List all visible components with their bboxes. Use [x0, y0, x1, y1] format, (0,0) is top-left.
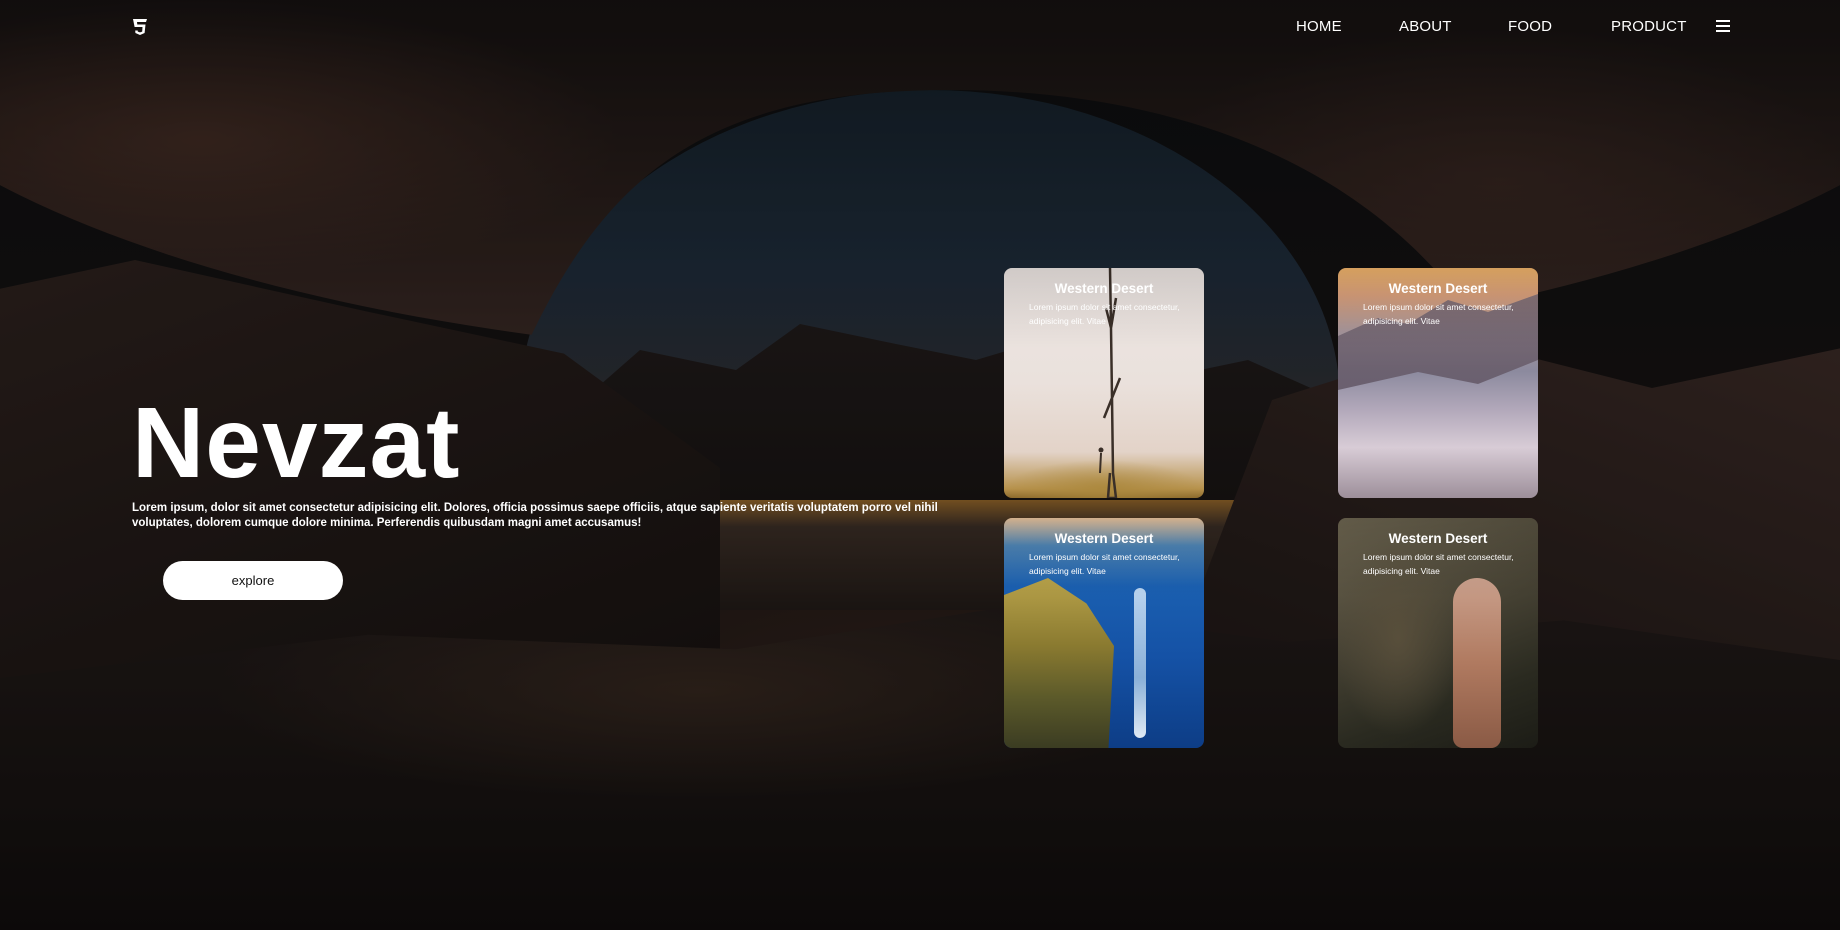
nav-link-about[interactable]: ABOUT	[1399, 19, 1452, 35]
hamburger-menu-icon[interactable]	[1716, 20, 1730, 32]
destination-card[interactable]: Western Desert Lorem ipsum dolor sit ame…	[1338, 268, 1538, 498]
card-title: Western Desert	[1388, 531, 1488, 546]
explore-button[interactable]: explore	[163, 561, 343, 600]
nav-link-food[interactable]: FOOD	[1508, 19, 1552, 35]
menu-bar	[1716, 25, 1730, 27]
destination-card[interactable]: Western Desert Lorem ipsum dolor sit ame…	[1004, 268, 1204, 498]
destination-card[interactable]: Western Desert Lorem ipsum dolor sit ame…	[1338, 518, 1538, 748]
top-navigation: HOME ABOUT FOOD PRODUCT	[0, 0, 1840, 54]
card-title: Western Desert	[1054, 281, 1154, 296]
card-text: Lorem ipsum dolor sit amet consectetur, …	[1363, 552, 1514, 576]
destination-card[interactable]: Western Desert Lorem ipsum dolor sit ame…	[1004, 518, 1204, 748]
card-title: Western Desert	[1388, 281, 1488, 296]
nav-link-home[interactable]: HOME	[1296, 19, 1342, 35]
menu-bar	[1716, 20, 1730, 22]
menu-bar	[1716, 30, 1730, 32]
card-title: Western Desert	[1054, 531, 1154, 546]
hero-description: Lorem ipsum, dolor sit amet consectetur …	[132, 502, 938, 529]
card-text: Lorem ipsum dolor sit amet consectetur, …	[1363, 302, 1514, 326]
nav-links: HOME ABOUT FOOD PRODUCT	[0, 19, 1840, 39]
card-text: Lorem ipsum dolor sit amet consectetur, …	[1029, 552, 1180, 576]
nav-link-product[interactable]: PRODUCT	[1611, 19, 1687, 35]
card-text: Lorem ipsum dolor sit amet consectetur, …	[1029, 302, 1180, 326]
hero-title: Nevzat	[132, 387, 461, 499]
